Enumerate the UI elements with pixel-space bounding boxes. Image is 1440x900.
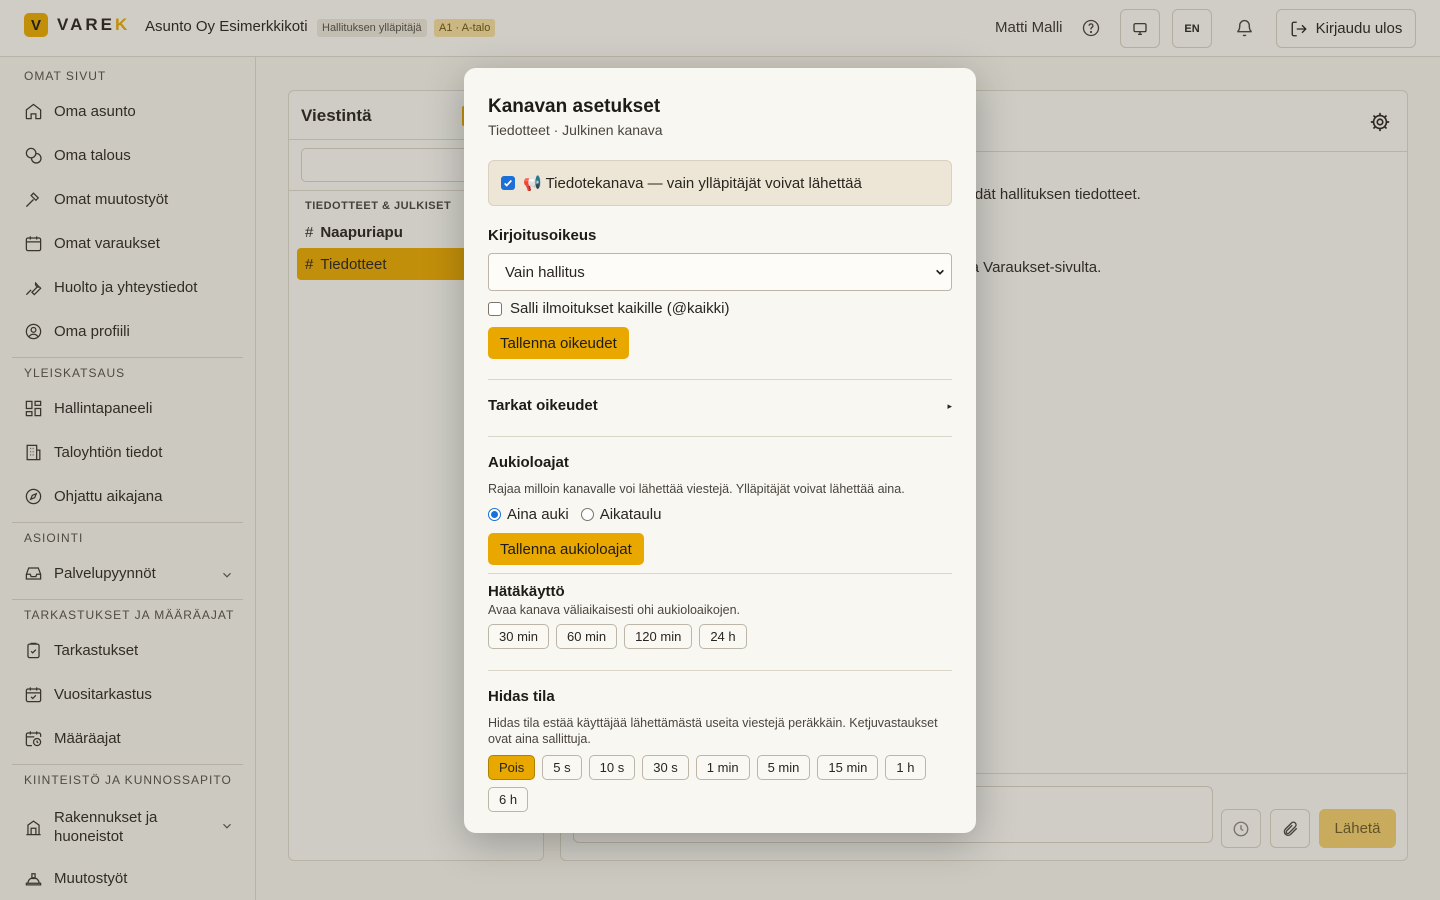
slowmode-desc: Hidas tila estää käyttäjää lähettämästä … — [488, 716, 938, 746]
emergency-option[interactable]: 24 h — [699, 624, 747, 649]
write-permission-select[interactable]: Vain hallitus — [488, 253, 952, 291]
emergency-title: Hätäkäyttö — [488, 583, 565, 600]
slowmode-option[interactable]: 5 min — [756, 755, 811, 780]
divider — [488, 436, 952, 437]
radio-schedule[interactable] — [580, 508, 594, 521]
emergency-option[interactable]: 30 min — [488, 624, 550, 649]
emergency-option[interactable]: 60 min — [556, 624, 618, 649]
chevron-down-icon — [936, 269, 944, 275]
divider — [488, 670, 952, 671]
emergency-option[interactable]: 120 min — [624, 624, 693, 649]
disclosure-triangle-icon: ▸ — [947, 401, 952, 411]
fine-permissions-toggle[interactable]: Tarkat oikeudet ▸ — [488, 397, 952, 414]
allow-mentions-checkbox[interactable] — [488, 301, 502, 316]
select-value: Vain hallitus — [505, 263, 585, 281]
slowmode-option[interactable]: 6 h — [488, 787, 529, 812]
radio-label: Aina auki — [507, 506, 569, 523]
radio-label: Aikataulu — [599, 506, 662, 523]
slowmode-option[interactable]: 5 s — [542, 755, 582, 780]
emergency-desc: Avaa kanava väliaikaisesti ohi aukioloai… — [488, 603, 741, 617]
slowmode-option[interactable]: 10 s — [588, 755, 636, 780]
allow-mentions-row[interactable]: Salli ilmoitukset kaikille (@kaikki) — [488, 300, 729, 317]
opening-hours-options: Aina auki Aikataulu — [488, 506, 661, 523]
dialog-subtitle: Tiedotteet · Julkinen kanava — [488, 122, 663, 138]
check-icon — [504, 179, 512, 187]
radio-always-open[interactable] — [488, 508, 501, 521]
save-opening-hours-button[interactable]: Tallenna aukioloajat — [488, 533, 644, 565]
slowmode-options: Pois 5 s 10 s 30 s 1 min 5 min 15 min 1 … — [488, 755, 928, 812]
announcement-checkbox[interactable] — [501, 176, 515, 190]
announcement-label: 📢 Tiedotekanava — vain ylläpitäjät voiva… — [523, 175, 862, 192]
slowmode-option[interactable]: 30 s — [642, 755, 689, 780]
opening-hours-desc: Rajaa milloin kanavalle voi lähettää vie… — [488, 482, 905, 496]
fine-permissions-label: Tarkat oikeudet — [488, 397, 598, 414]
allow-mentions-label: Salli ilmoitukset kaikille (@kaikki) — [510, 300, 730, 317]
write-permission-label: Kirjoitusoikeus — [488, 227, 597, 244]
slowmode-option[interactable]: 1 min — [695, 755, 750, 780]
slowmode-option[interactable]: 1 h — [885, 755, 926, 780]
divider — [488, 573, 952, 574]
announcement-channel-toggle[interactable]: 📢 Tiedotekanava — vain ylläpitäjät voiva… — [488, 160, 952, 206]
dialog-title: Kanavan asetukset — [488, 96, 661, 117]
emergency-options: 30 min 60 min 120 min 24 h — [488, 624, 928, 649]
slowmode-option[interactable]: Pois — [488, 755, 536, 780]
opening-hours-title: Aukioloajat — [488, 454, 569, 471]
slowmode-title: Hidas tila — [488, 688, 555, 705]
save-permissions-button[interactable]: Tallenna oikeudet — [488, 327, 629, 359]
divider — [488, 379, 952, 380]
slowmode-option[interactable]: 15 min — [817, 755, 879, 780]
channel-settings-dialog: Kanavan asetukset Tiedotteet · Julkinen … — [464, 68, 976, 833]
